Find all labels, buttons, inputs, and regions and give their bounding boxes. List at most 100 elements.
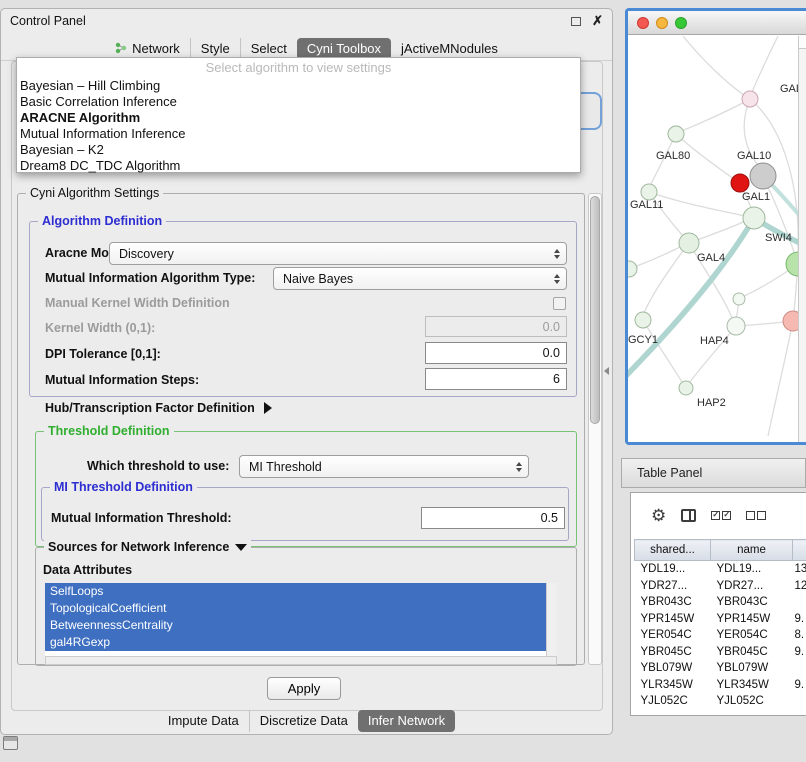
close-window-button[interactable] [637, 17, 649, 29]
combo-arrows-icon [548, 243, 566, 264]
tab-impute-data[interactable]: Impute Data [158, 710, 249, 732]
group-title: Algorithm Definition [38, 214, 166, 228]
scrollbar-thumb[interactable] [590, 196, 600, 424]
mi-threshold-input[interactable] [421, 507, 565, 529]
panel-title: Control Panel [10, 14, 86, 28]
columns-icon[interactable] [681, 509, 696, 522]
deselect-all-icon[interactable] [746, 511, 766, 520]
dpi-tolerance-input[interactable] [425, 342, 567, 364]
table-row[interactable]: YLR345WYLR345W9. [635, 677, 806, 694]
hub-definition-toggle[interactable]: Hub/Transcription Factor Definition [45, 401, 272, 415]
selected-value: Naive Bayes [283, 272, 353, 286]
algorithm-option[interactable]: Bayesian – Hill Climbing [17, 78, 580, 94]
minimize-window-button[interactable] [656, 17, 668, 29]
network-vertical-scrollbar[interactable] [798, 36, 806, 442]
table-row[interactable]: YDR27...YDR27...12 [635, 578, 806, 595]
minimized-panel-icon[interactable] [3, 736, 18, 750]
column-header[interactable] [793, 540, 806, 561]
which-threshold-label: Which threshold to use: [87, 459, 229, 473]
cell: 8. [793, 627, 806, 644]
zoom-window-button[interactable] [675, 17, 687, 29]
table-row[interactable]: YBR043CYBR043C [635, 594, 806, 611]
cell: YDL19... [635, 561, 711, 578]
attribute-list-vertical-scrollbar[interactable] [546, 583, 557, 656]
table-panel: ⚙ ✓ ✓ shared... name YDL19...YDL19...13 … [630, 492, 806, 716]
network-view-window[interactable]: GAL GAL80 GAL10 GAL11 GAL1 SWI4 GAL4 GCY… [625, 8, 806, 445]
aracne-mode-select[interactable]: Discovery [109, 242, 567, 265]
cell: 9. [793, 677, 806, 694]
attribute-list-horizontal-scrollbar[interactable] [45, 656, 557, 665]
splitter-collapse-handle[interactable] [604, 367, 609, 375]
control-panel-titlebar[interactable]: Control Panel ✗ [1, 9, 612, 33]
node-label: GAL10 [737, 150, 771, 162]
table-row[interactable]: YJL052CYJL052C [635, 693, 806, 710]
network-window-titlebar[interactable] [628, 11, 806, 35]
collapse-arrow-icon[interactable] [235, 544, 247, 551]
bottom-tabbar: Impute Data Discretize Data Infer Networ… [1, 709, 612, 732]
cell: YLR345W [635, 677, 711, 694]
tab-discretize-data[interactable]: Discretize Data [249, 710, 358, 732]
gear-icon[interactable]: ⚙ [651, 507, 666, 524]
algorithm-option[interactable]: Bayesian – K2 [17, 142, 580, 158]
mi-steps-input[interactable] [425, 368, 567, 390]
table-panel-title: Table Panel [637, 466, 702, 480]
apply-button[interactable]: Apply [267, 677, 341, 700]
mi-type-select[interactable]: Naive Bayes [273, 267, 567, 290]
tab-infer-network[interactable]: Infer Network [358, 710, 455, 732]
node-gal4 [679, 233, 699, 253]
hub-definition-label: Hub/Transcription Factor Definition [45, 401, 255, 415]
node-hap2 [679, 381, 693, 395]
attribute-item[interactable]: SelfLoops [45, 583, 546, 600]
algorithm-option[interactable]: Dream8 DC_TDC Algorithm [17, 158, 580, 174]
cell: 9. [793, 644, 806, 661]
dpi-tolerance-label: DPI Tolerance [0,1]: [45, 347, 161, 361]
algorithm-option-selected[interactable]: ARACNE Algorithm [17, 110, 580, 126]
table-panel-titlebar[interactable]: Table Panel [621, 458, 806, 488]
node-label: HAP4 [700, 335, 729, 347]
close-panel-icon[interactable]: ✗ [592, 13, 603, 29]
cell: YBR045C [635, 644, 711, 661]
node-gal10 [750, 163, 776, 189]
network-graph: GAL GAL80 GAL10 GAL11 GAL1 SWI4 GAL4 GCY… [628, 36, 806, 443]
combo-arrows-icon [548, 268, 566, 289]
algorithm-option[interactable]: Basic Correlation Inference [17, 94, 580, 110]
float-panel-icon[interactable] [571, 17, 581, 26]
select-all-icon[interactable]: ✓ ✓ [711, 511, 731, 520]
tab-label: Infer Network [368, 713, 445, 728]
selected-value: Discovery [119, 247, 174, 261]
table-row[interactable]: YDL19...YDL19...13 [635, 561, 806, 578]
settings-vertical-scrollbar[interactable] [588, 193, 602, 665]
algorithm-option[interactable]: Mutual Information Inference [17, 126, 580, 142]
column-header[interactable]: name [711, 540, 793, 561]
attribute-item[interactable]: TopologicalCoefficient [45, 600, 546, 617]
node-label: GAL11 [630, 199, 663, 211]
cell: YPR145W [711, 611, 793, 628]
group-title: Cyni Algorithm Settings [26, 186, 163, 200]
group-title: MI Threshold Definition [50, 480, 197, 494]
column-header[interactable]: shared... [635, 540, 711, 561]
which-threshold-select[interactable]: MI Threshold [239, 455, 529, 478]
unchecked-box-icon [746, 511, 755, 520]
sources-title: Sources for Network Inference [48, 540, 229, 554]
table-row[interactable]: YPR145WYPR145W9. [635, 611, 806, 628]
tab-label: Impute Data [168, 713, 239, 728]
attribute-item[interactable]: gal4RGexp [45, 634, 546, 651]
manual-kernel-label: Manual Kernel Width Definition [45, 296, 230, 310]
cell: YJL052C [635, 693, 711, 710]
cell: YDR27... [711, 578, 793, 595]
dropdown-prompt: Select algorithm to view settings [17, 58, 580, 78]
tab-label: Select [251, 41, 287, 56]
node-gal11 [641, 184, 657, 200]
cell: YBR043C [635, 594, 711, 611]
table-row[interactable]: YBR045CYBR045C9. [635, 644, 806, 661]
network-canvas[interactable]: GAL GAL80 GAL10 GAL11 GAL1 SWI4 GAL4 GCY… [628, 36, 806, 442]
manual-kernel-checkbox[interactable] [553, 297, 566, 310]
node-label: SWI4 [765, 232, 792, 244]
table-toolbar: ⚙ ✓ ✓ [631, 493, 806, 537]
node-label: GAL4 [697, 252, 725, 264]
node-gcy1 [635, 312, 651, 328]
table-row[interactable]: YER054CYER054C8. [635, 627, 806, 644]
attribute-item[interactable]: BetweennessCentrality [45, 617, 546, 634]
table-row[interactable]: YBL079WYBL079W [635, 660, 806, 677]
checked-box-icon: ✓ [722, 511, 731, 520]
